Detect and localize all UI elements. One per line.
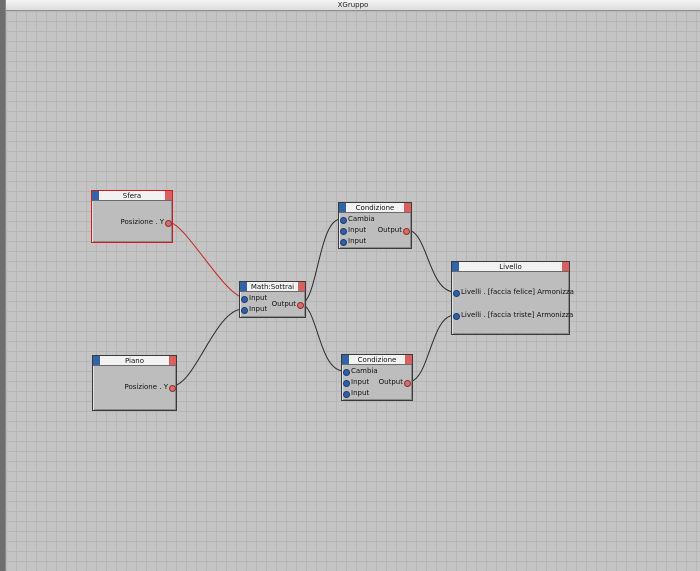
input-port[interactable]: Livelli . [faccia triste] Armonizza: [453, 311, 573, 320]
node-input-tab[interactable]: [342, 355, 349, 364]
node-output-tab[interactable]: [298, 282, 305, 291]
input-port[interactable]: Input: [241, 305, 271, 314]
node-output-tab[interactable]: [405, 355, 412, 364]
node-condizione-1[interactable]: Condizione Cambia Input Input Output: [338, 202, 412, 249]
port-label: Output: [378, 378, 403, 386]
node-header[interactable]: Condizione: [339, 203, 411, 213]
node-header[interactable]: Livello: [452, 262, 569, 272]
port-label: Input: [348, 226, 367, 234]
node-math-sottrai[interactable]: Math:Sottrai Input Input Output: [239, 281, 306, 318]
node-input-tab[interactable]: [240, 282, 247, 291]
wire-math-to-cond1[interactable]: [299, 218, 342, 305]
input-port-dot[interactable]: [340, 217, 347, 224]
input-port-dot[interactable]: [340, 239, 347, 246]
wire-cond1-to-livello[interactable]: [406, 229, 456, 293]
output-port-dot[interactable]: [165, 220, 172, 227]
input-port[interactable]: Input: [340, 226, 374, 235]
wire-math-to-cond2[interactable]: [299, 303, 345, 372]
node-title: Sfera: [122, 192, 142, 200]
input-port[interactable]: Input: [340, 237, 374, 246]
input-port-dot[interactable]: [241, 307, 248, 314]
node-output-tab[interactable]: [404, 203, 411, 212]
node-livello[interactable]: Livello Livelli . [faccia felice] Armoni…: [451, 261, 574, 335]
node-title: Math:Sottrai: [250, 283, 295, 291]
node-header[interactable]: Piano: [93, 356, 176, 366]
node-title: Condizione: [355, 204, 395, 212]
node-piano[interactable]: Piano Posizione . Y: [92, 355, 177, 411]
input-port-dot[interactable]: [343, 391, 350, 398]
input-port-dot[interactable]: [340, 228, 347, 235]
input-port[interactable]: Livelli . [faccia felice] Armonizza: [453, 288, 574, 297]
node-input-tab[interactable]: [339, 203, 346, 212]
port-label: Output: [271, 300, 296, 308]
node-header[interactable]: Condizione: [342, 355, 412, 365]
node-title: Piano: [124, 357, 145, 365]
port-label: Posizione . Y: [120, 218, 164, 226]
node-sfera[interactable]: Sfera Posizione . Y: [91, 190, 173, 243]
port-label: Input: [351, 378, 370, 386]
port-label: Cambia: [351, 367, 378, 375]
output-port[interactable]: Output: [377, 378, 411, 387]
input-port[interactable]: Input: [241, 294, 271, 303]
output-port[interactable]: Output: [376, 226, 410, 235]
input-port[interactable]: Cambia: [340, 215, 375, 224]
output-port-dot[interactable]: [403, 228, 410, 235]
input-port-dot[interactable]: [453, 290, 460, 297]
node-output-tab[interactable]: [165, 191, 172, 200]
node-condizione-2[interactable]: Condizione Cambia Input Input Output: [341, 354, 413, 401]
node-input-tab[interactable]: [92, 191, 99, 200]
node-header[interactable]: Math:Sottrai: [240, 282, 305, 292]
input-port-dot[interactable]: [241, 296, 248, 303]
output-port[interactable]: Output: [270, 300, 304, 309]
wire-piano-to-math[interactable]: [171, 308, 244, 387]
port-label: Output: [377, 226, 402, 234]
wire-cond2-to-livello[interactable]: [407, 314, 456, 383]
node-output-tab[interactable]: [169, 356, 176, 365]
node-title: Livello: [499, 263, 522, 271]
input-port-dot[interactable]: [343, 380, 350, 387]
port-label: Input: [249, 305, 268, 313]
wire-sfera-to-math[interactable]: [167, 221, 244, 299]
port-label: Livelli . [faccia felice] Armonizza: [461, 288, 574, 296]
input-port-dot[interactable]: [343, 369, 350, 376]
node-output-tab[interactable]: [562, 262, 569, 271]
port-label: Input: [249, 294, 268, 302]
output-port[interactable]: Posizione . Y: [94, 218, 172, 227]
input-port-dot[interactable]: [453, 313, 460, 320]
input-port[interactable]: Cambia: [343, 367, 378, 376]
output-port-dot[interactable]: [404, 380, 411, 387]
connections-layer: [167, 218, 456, 387]
port-label: Cambia: [348, 215, 375, 223]
output-port[interactable]: Posizione . Y: [96, 383, 176, 392]
output-port-dot[interactable]: [297, 302, 304, 309]
port-label: Posizione . Y: [124, 383, 168, 391]
node-input-tab[interactable]: [93, 356, 100, 365]
port-label: Livelli . [faccia triste] Armonizza: [461, 311, 574, 319]
input-port[interactable]: Input: [343, 389, 377, 398]
node-input-tab[interactable]: [452, 262, 459, 271]
output-port-dot[interactable]: [169, 385, 176, 392]
port-label: Input: [348, 237, 367, 245]
node-header[interactable]: Sfera: [92, 191, 172, 201]
input-port[interactable]: Input: [343, 378, 377, 387]
port-label: Input: [351, 389, 370, 397]
node-title: Condizione: [357, 356, 397, 364]
